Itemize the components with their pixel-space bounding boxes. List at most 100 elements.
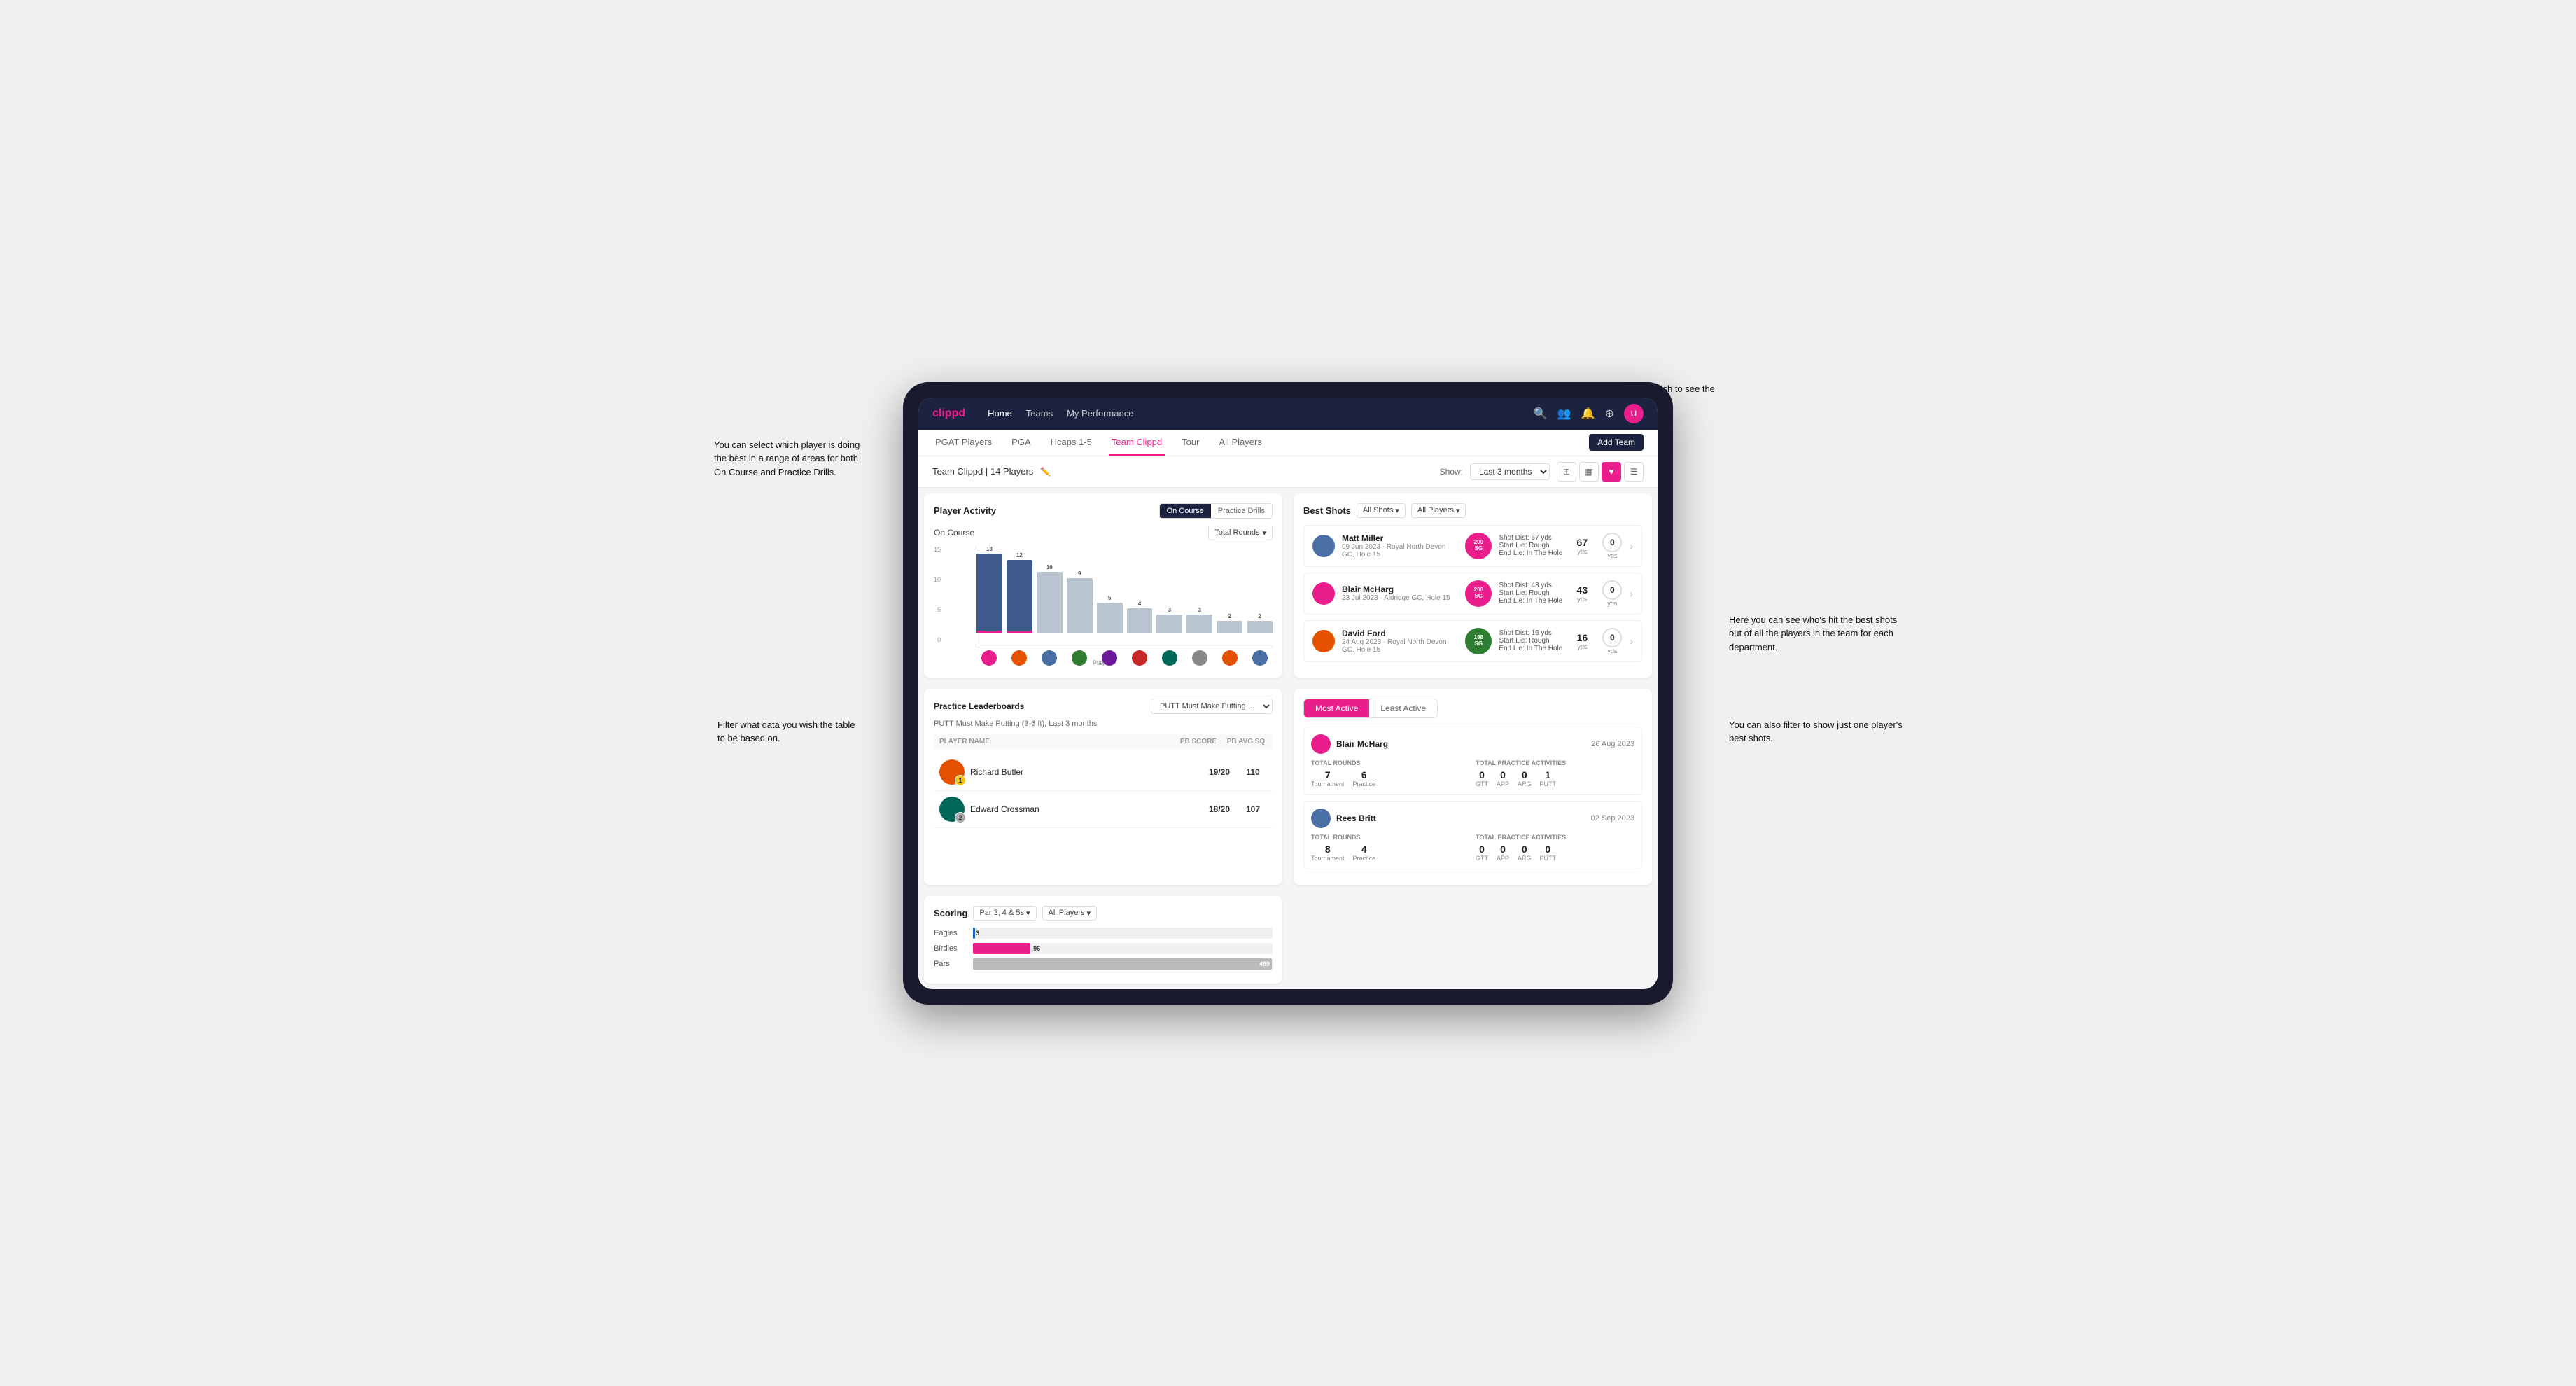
all-players-filter[interactable]: All Players ▾: [1411, 503, 1466, 518]
bar-value-4: 5: [1108, 595, 1111, 601]
scoring-bar-pars: 499: [973, 958, 1273, 969]
shot-player-name-1: Blair McHarg: [1342, 584, 1458, 594]
pac-gtt-1: 0 GTT: [1476, 844, 1488, 862]
nav-links: Home Teams My Performance: [988, 408, 1517, 419]
tab-pgat-players[interactable]: PGAT Players: [932, 430, 995, 456]
bar-7: [1186, 615, 1212, 633]
tab-team-clippd[interactable]: Team Clippd: [1109, 430, 1165, 456]
grid-large-view-btn[interactable]: ▦: [1579, 462, 1599, 482]
tab-bar: PGAT Players PGA Hcaps 1-5 Team Clippd T…: [918, 430, 1658, 456]
plus-circle-icon[interactable]: ⊕: [1605, 407, 1614, 421]
player-activity-header: Player Activity On Course Practice Drill…: [934, 503, 1273, 519]
bar-4: [1097, 603, 1123, 633]
tab-tour[interactable]: Tour: [1179, 430, 1202, 456]
all-shots-filter[interactable]: All Shots ▾: [1357, 503, 1406, 518]
scoring-title: Scoring: [934, 908, 967, 918]
best-shots-title: Best Shots: [1303, 505, 1351, 516]
grid-small-view-btn[interactable]: ⊞: [1557, 462, 1576, 482]
nav-link-home[interactable]: Home: [988, 408, 1012, 419]
practice-filter-select[interactable]: PUTT Must Make Putting ...: [1151, 699, 1273, 714]
pac-practice-section: Total Practice Activities 0 GTT 0: [1476, 760, 1634, 788]
chart-avatar-1: [1011, 650, 1027, 666]
shot-player-name-0: Matt Miller: [1342, 533, 1458, 543]
bar-value-8: 2: [1228, 613, 1231, 620]
scoring-row-eagles: Eagles 3: [934, 927, 1273, 939]
practice-header: Practice Leaderboards PUTT Must Make Put…: [934, 699, 1273, 714]
player-avatar-butler: 1: [939, 760, 965, 785]
activity-card-1: Rees Britt 02 Sep 2023 Total Rounds 8: [1303, 801, 1642, 869]
shot-card-0[interactable]: Matt Miller 09 Jun 2023 · Royal North De…: [1303, 525, 1642, 567]
shot-card-1[interactable]: Blair McHarg 23 Jul 2023 · Aldridge GC, …: [1303, 573, 1642, 615]
tablet-screen: clippd Home Teams My Performance 🔍 👥 🔔 ⊕…: [918, 398, 1658, 989]
chart-avatar-6: [1162, 650, 1177, 666]
annotation-filter: Filter what data you wish the table to b…: [718, 718, 858, 746]
pac-name-0: Blair McHarg: [1336, 739, 1586, 749]
shot-player-name-2: David Ford: [1342, 629, 1458, 638]
scoring-label-birdies: Birdies: [934, 944, 969, 953]
pac-rounds-title-1: Total Rounds: [1311, 834, 1470, 841]
shot-card-2[interactable]: David Ford 24 Aug 2023 · Royal North Dev…: [1303, 620, 1642, 662]
scoring-row-birdies: Birdies 96: [934, 943, 1273, 954]
bar-3: [1067, 578, 1093, 633]
chart-avatar-8: [1222, 650, 1238, 666]
shot-player-info-1: Blair McHarg 23 Jul 2023 · Aldridge GC, …: [1342, 584, 1458, 602]
shot-chevron-0: ›: [1630, 540, 1633, 552]
best-shots-panel: Best Shots All Shots ▾ All Players ▾ Mat…: [1294, 493, 1652, 678]
user-avatar[interactable]: U: [1624, 404, 1644, 424]
scoring-value-eagles: 3: [976, 930, 979, 937]
tab-all-players[interactable]: All Players: [1216, 430, 1264, 456]
nav-logo: clippd: [932, 407, 965, 420]
scoring-value-pars: 499: [1259, 960, 1270, 967]
list-view-btn[interactable]: ☰: [1624, 462, 1644, 482]
col-pb-score: PB SCORE: [1177, 738, 1219, 746]
bar-group-2: 10: [1037, 564, 1063, 633]
col-pb-avg: PB AVG SQ: [1225, 738, 1267, 746]
pac-putt: 1 PUTT: [1540, 769, 1557, 788]
bar-8: [1217, 621, 1242, 633]
col-player-name: PLAYER NAME: [939, 738, 1172, 746]
users-icon[interactable]: 👥: [1558, 407, 1572, 421]
tab-hcaps[interactable]: Hcaps 1-5: [1048, 430, 1095, 456]
add-team-button[interactable]: Add Team: [1589, 434, 1644, 451]
least-active-tab[interactable]: Least Active: [1369, 699, 1437, 718]
scoring-filter2[interactable]: All Players ▾: [1042, 906, 1098, 920]
player-activity-title: Player Activity: [934, 505, 1154, 516]
player-score-butler: 19/20: [1205, 767, 1233, 777]
bell-icon[interactable]: 🔔: [1581, 407, 1595, 421]
player-row-0[interactable]: 1 Richard Butler 19/20 110: [934, 754, 1273, 791]
scoring-bar-birdies: 96: [973, 943, 1273, 954]
nav-link-teams[interactable]: Teams: [1026, 408, 1053, 419]
search-icon[interactable]: 🔍: [1534, 407, 1548, 421]
edit-icon[interactable]: ✏️: [1040, 467, 1051, 477]
shot-player-avatar-2: [1312, 630, 1335, 652]
y-label-0: 0: [934, 636, 944, 643]
scoring-filter1[interactable]: Par 3, 4 & 5s ▾: [973, 906, 1036, 920]
bar-value-7: 3: [1198, 607, 1201, 613]
nav-link-performance[interactable]: My Performance: [1067, 408, 1133, 419]
timescale-select[interactable]: Last 3 months Last month Last 6 months T…: [1470, 463, 1550, 480]
shot-chevron-2: ›: [1630, 636, 1633, 647]
shot-badge-1: 200SG: [1465, 580, 1492, 607]
chart-avatars: [976, 650, 1273, 666]
practice-drills-toggle[interactable]: Practice Drills: [1211, 504, 1272, 518]
total-rounds-dropdown[interactable]: Total Rounds ▾: [1208, 526, 1273, 540]
best-shots-header: Best Shots All Shots ▾ All Players ▾: [1303, 503, 1642, 518]
activity-tabs: Most Active Least Active: [1303, 699, 1438, 718]
bar-value-5: 4: [1138, 601, 1141, 607]
most-active-tab[interactable]: Most Active: [1304, 699, 1369, 718]
player-row-1[interactable]: 2 Edward Crossman 18/20 107: [934, 791, 1273, 828]
pac-practice-rounds-1: 4 Practice: [1353, 844, 1376, 862]
heart-view-btn[interactable]: ♥: [1602, 462, 1621, 482]
on-course-toggle[interactable]: On Course: [1160, 504, 1211, 518]
tab-pga[interactable]: PGA: [1009, 430, 1033, 456]
tablet-frame: clippd Home Teams My Performance 🔍 👥 🔔 ⊕…: [903, 382, 1673, 1004]
scoring-label-pars: Pars: [934, 960, 969, 968]
scoring-bar-eagles: 3: [973, 927, 1273, 939]
pac-stats-1: Total Rounds 8 Tournament 4 Pr: [1311, 834, 1634, 862]
practice-subtitle: PUTT Must Make Putting (3-6 ft), Last 3 …: [934, 720, 1273, 728]
scoring-value-birdies: 96: [1033, 945, 1040, 952]
player-avg-crossman: 107: [1239, 804, 1267, 814]
nav-bar: clippd Home Teams My Performance 🔍 👥 🔔 ⊕…: [918, 398, 1658, 430]
chart-avatar-0: [981, 650, 997, 666]
bar-group-8: 2: [1217, 613, 1242, 633]
